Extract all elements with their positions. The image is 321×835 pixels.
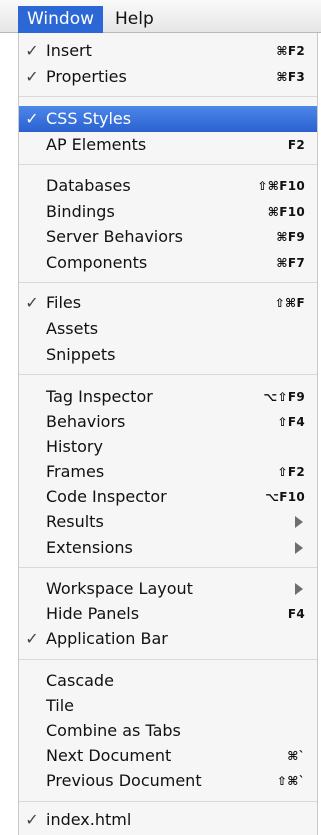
checkmark-icon: ✓ (25, 293, 39, 312)
checkmark-icon: ✓ (25, 109, 39, 128)
menu-item-label: Results (46, 512, 104, 531)
menu-item-label: Tile (46, 696, 75, 715)
menu-item-label: Workspace Layout (46, 579, 193, 598)
menu-item-ap-elements[interactable]: AP Elements F2 (19, 132, 317, 158)
menu-item-label: AP Elements (46, 135, 147, 154)
menu-item-files[interactable]: ✓ Files ⇧⌘F (19, 290, 317, 316)
window-menu-dropdown: ✓ Insert ⌘F2 ✓ Properties ⌘F3 ✓ CSS Styl… (18, 33, 318, 835)
menu-item-label: Frames (46, 462, 105, 481)
menu-window[interactable]: Window (18, 6, 104, 33)
menu-item-label: Code Inspector (46, 487, 167, 506)
menu-item-label: Extensions (46, 538, 133, 557)
menu-item-application-bar[interactable]: ✓ Application Bar (19, 626, 317, 652)
menu-separator (19, 567, 317, 568)
menu-item-label: Previous Document (46, 771, 202, 790)
shortcut-label: ⇧⌘` (276, 774, 305, 788)
menu-item-label: Next Document (46, 746, 172, 765)
menu-item-label: Properties (46, 67, 127, 86)
submenu-arrow-icon (295, 583, 303, 595)
menu-item-tile[interactable]: Tile (19, 693, 317, 719)
menu-separator (19, 659, 317, 660)
menu-item-label: Server Behaviors (46, 227, 183, 246)
menu-item-components[interactable]: Components ⌘F7 (19, 250, 317, 276)
menu-separator (19, 96, 317, 97)
shortcut-label: ⌘F9 (276, 230, 305, 244)
menu-separator (19, 282, 317, 283)
shortcut-label: ⌘F3 (276, 70, 305, 84)
menu-item-label: Cascade (46, 671, 114, 690)
menu-item-results[interactable]: Results (19, 509, 317, 535)
menu-item-index-html[interactable]: ✓ index.html (19, 807, 317, 833)
menu-item-label: History (46, 437, 103, 456)
menu-item-label: CSS Styles (46, 109, 132, 128)
shortcut-label: ⇧⌘F (274, 296, 305, 310)
menu-item-frames[interactable]: Frames ⇧F2 (19, 459, 317, 485)
menu-item-label: Assets (46, 319, 99, 338)
menu-item-insert[interactable]: ✓ Insert ⌘F2 (19, 38, 317, 64)
shortcut-label: ⇧⌘F10 (257, 179, 305, 193)
shortcut-label: ⌘F7 (276, 256, 305, 270)
menu-item-label: Components (46, 253, 148, 272)
checkmark-icon: ✓ (25, 67, 39, 86)
shortcut-label: ⇧F2 (277, 465, 305, 479)
menu-item-label: Databases (46, 176, 131, 195)
menu-item-code-inspector[interactable]: Code Inspector ⌥F10 (19, 484, 317, 510)
menu-item-workspace-layout[interactable]: Workspace Layout (19, 576, 317, 602)
menu-item-hide-panels[interactable]: Hide Panels F4 (19, 601, 317, 627)
submenu-arrow-icon (295, 542, 303, 554)
shortcut-label: ⇧F4 (277, 415, 305, 429)
menu-separator (19, 374, 317, 375)
menu-item-label: Hide Panels (46, 604, 140, 623)
menu-item-label: Snippets (46, 345, 116, 364)
menu-separator (19, 164, 317, 165)
menu-item-label: Application Bar (46, 629, 168, 648)
checkmark-icon: ✓ (25, 810, 39, 829)
menu-item-assets[interactable]: Assets (19, 316, 317, 342)
menu-item-server-behaviors[interactable]: Server Behaviors ⌘F9 (19, 224, 317, 250)
menu-item-label: Behaviors (46, 412, 126, 431)
menu-item-properties[interactable]: ✓ Properties ⌘F3 (19, 64, 317, 90)
menu-item-snippets[interactable]: Snippets (19, 342, 317, 368)
shortcut-label: F2 (287, 138, 305, 152)
menu-item-bindings[interactable]: Bindings ⌘F10 (19, 199, 317, 225)
shortcut-label: ⌘F10 (267, 205, 305, 219)
menu-item-label: Insert (46, 41, 92, 60)
menu-item-databases[interactable]: Databases ⇧⌘F10 (19, 173, 317, 199)
menu-item-behaviors[interactable]: Behaviors ⇧F4 (19, 409, 317, 435)
menu-separator (19, 801, 317, 802)
shortcut-label: ⌘F2 (276, 44, 305, 58)
menu-bar: Window Help (0, 0, 321, 33)
menu-item-label: index.html (46, 810, 132, 829)
menu-item-label: Bindings (46, 202, 115, 221)
menu-item-history[interactable]: History (19, 434, 317, 460)
checkmark-icon: ✓ (25, 41, 39, 60)
menu-item-tag-inspector[interactable]: Tag Inspector ⌥⇧F9 (19, 384, 317, 410)
menu-item-label: Files (46, 293, 82, 312)
shortcut-label: F4 (287, 607, 305, 621)
menu-help[interactable]: Help (106, 6, 163, 33)
menu-item-label: Combine as Tabs (46, 721, 181, 740)
shortcut-label: ⌥F10 (265, 490, 305, 504)
menu-item-css-styles[interactable]: ✓ CSS Styles (19, 106, 317, 132)
shortcut-label: ⌥⇧F9 (263, 390, 305, 404)
menu-item-combine-as-tabs[interactable]: Combine as Tabs (19, 718, 317, 744)
shortcut-label: ⌘` (287, 749, 305, 763)
menu-item-previous-document[interactable]: Previous Document ⇧⌘` (19, 768, 317, 794)
menu-item-next-document[interactable]: Next Document ⌘` (19, 743, 317, 769)
menu-item-extensions[interactable]: Extensions (19, 535, 317, 561)
checkmark-icon: ✓ (25, 629, 39, 648)
menu-item-cascade[interactable]: Cascade (19, 668, 317, 694)
submenu-arrow-icon (295, 516, 303, 528)
menu-item-label: Tag Inspector (46, 387, 153, 406)
